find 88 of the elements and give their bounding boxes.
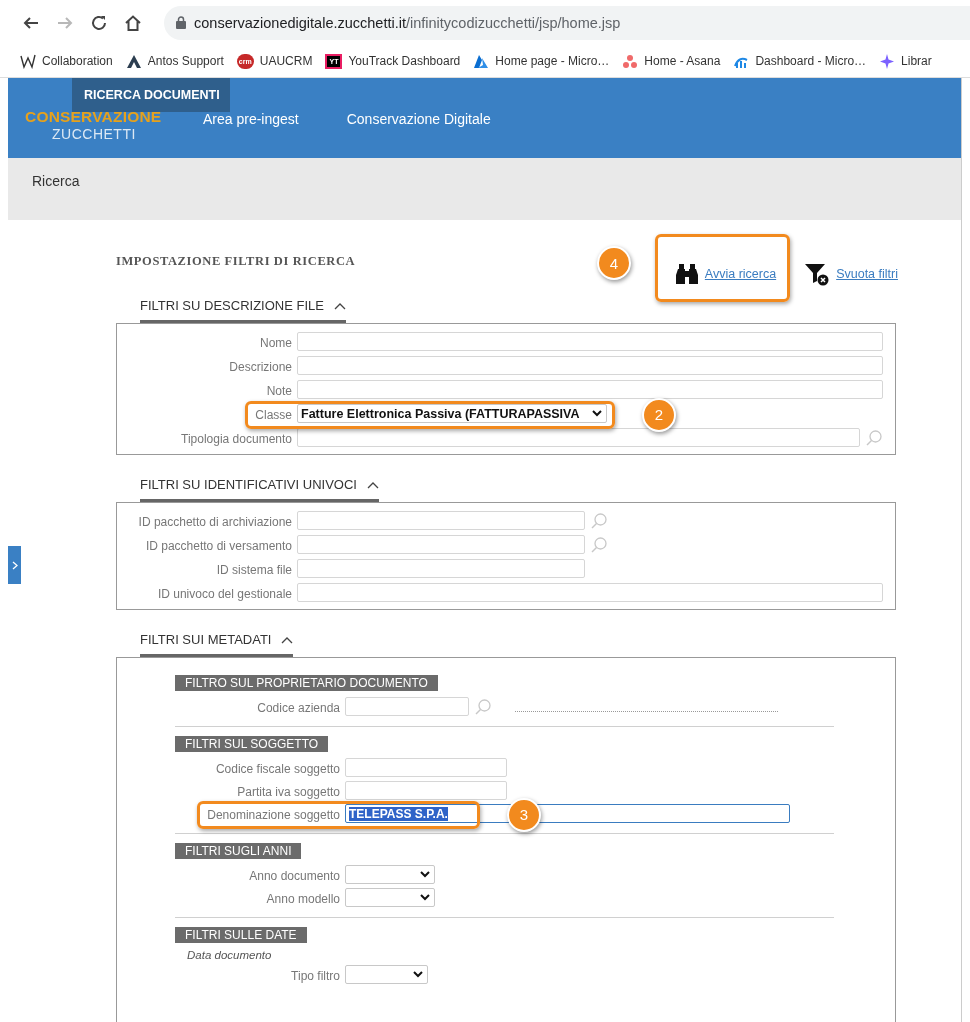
caret-icon xyxy=(592,410,602,417)
input-field[interactable] xyxy=(297,332,883,351)
input-field[interactable] xyxy=(297,356,883,375)
group-title: FILTRI SUL SOGGETTO xyxy=(175,736,329,752)
field-label: Partita iva soggetto xyxy=(237,784,340,799)
input-value: TELEPASS S.P.A. xyxy=(349,806,448,821)
search-icon[interactable] xyxy=(590,535,608,554)
address-bar[interactable]: conservazionedigitale.zucchetti.it/infinitycodizucchetti/jsp/home.jsp xyxy=(164,5,970,40)
field-label: ID pacchetto di versamento xyxy=(145,538,292,553)
step-badge: 3 xyxy=(507,797,541,832)
dots-icon xyxy=(622,53,639,69)
bookmark-label: Dashboard - Micro… xyxy=(755,54,867,68)
bookmark-label: YouTrack Dashboard xyxy=(348,54,461,68)
field-caption: Data documento xyxy=(187,949,273,961)
input-field[interactable] xyxy=(297,559,585,578)
input-field[interactable] xyxy=(297,583,883,602)
input-field[interactable] xyxy=(345,781,507,800)
zigzag-icon xyxy=(20,53,36,69)
field-label: Tipologia documento xyxy=(181,431,292,446)
section-tag[interactable]: RICERCA DOCUMENTI xyxy=(72,78,230,112)
action-link[interactable]: Svuota filtri xyxy=(836,267,898,281)
select-field[interactable] xyxy=(345,865,435,884)
bookmark-link[interactable]: Collaboration xyxy=(20,53,113,69)
input-field[interactable] xyxy=(297,535,585,554)
filters-title: IMPOSTAZIONE FILTRI DI RICERCA xyxy=(116,254,356,269)
url-path: /infinitycodizucchetti/jsp/home.jsp xyxy=(406,14,621,31)
action-link[interactable]: Avvia ricerca xyxy=(704,267,777,281)
field-label: ID univoco del gestionale xyxy=(157,586,292,601)
group-title: FILTRI SUGLI ANNI xyxy=(175,843,302,859)
logo-subtext: ZUCCHETTI xyxy=(52,126,137,142)
field-label: Descrizione xyxy=(229,359,292,374)
nav-link[interactable]: Area pre-ingest xyxy=(203,109,299,127)
star-icon xyxy=(879,53,896,69)
step-badge: 2 xyxy=(642,397,676,432)
field-label: Codice azienda xyxy=(257,700,340,715)
lock-icon xyxy=(176,16,186,29)
triangle-icon xyxy=(473,53,490,69)
binoculars-icon[interactable] xyxy=(674,263,699,285)
page-title: Ricerca xyxy=(32,173,80,189)
select-value: Fatture Elettronica Passiva (FATTURAPASSIVA xyxy=(301,406,580,421)
bookmark-label: Collaboration xyxy=(42,54,113,68)
section-header[interactable]: FILTRI SU IDENTIFICATIVI UNIVOCI xyxy=(140,477,379,502)
field-label: Tipo filtro xyxy=(291,968,340,983)
field-label: ID pacchetto di archiviazione xyxy=(138,514,292,529)
input-field[interactable] xyxy=(297,380,883,399)
bookmark-label: Home page - Micro… xyxy=(495,54,610,68)
field-label: ID sistema file xyxy=(216,562,292,577)
search-icon[interactable] xyxy=(474,697,492,716)
nav-link[interactable]: Conservazione Digitale xyxy=(346,109,491,127)
sidebar-toggle[interactable] xyxy=(8,546,21,584)
bookmark-link[interactable]: Librar xyxy=(879,53,932,69)
select-field[interactable]: Fatture Elettronica Passiva (FATTURAPASSIVA xyxy=(297,404,607,423)
search-icon[interactable] xyxy=(865,428,883,447)
field-label: Anno documento xyxy=(249,868,340,883)
caret-icon xyxy=(420,894,430,901)
bookmark-label: Librar xyxy=(901,54,932,68)
bookmark-link[interactable]: Antos Support xyxy=(125,53,224,69)
select-field[interactable] xyxy=(345,888,435,907)
bookmark-label: Home - Asana xyxy=(644,54,721,68)
triangle-icon xyxy=(125,53,142,69)
field-label: Note xyxy=(266,383,292,398)
group-title: FILTRI SULLE DATE xyxy=(175,927,307,943)
bookmark-link[interactable]: Home page - Micro… xyxy=(473,53,610,69)
section-header[interactable]: FILTRI SU DESCRIZIONE FILE xyxy=(140,298,346,323)
url-host: conservazionedigitale.zucchetti.it xyxy=(194,14,406,31)
field-label: Nome xyxy=(260,335,292,350)
chevron-up-icon xyxy=(366,480,379,489)
caret-icon xyxy=(420,871,430,878)
chevron-up-icon xyxy=(281,635,294,644)
chevron-right-icon xyxy=(11,560,18,570)
field-label: Codice fiscale soggetto xyxy=(215,761,340,776)
step-badge: 4 xyxy=(596,246,631,280)
bookmark-label: UAUCRM xyxy=(259,54,313,68)
group-title: FILTRO SUL PROPRIETARIO DOCUMENTO xyxy=(175,675,438,691)
select-field[interactable] xyxy=(345,965,428,984)
input-field[interactable] xyxy=(297,511,585,530)
funnel-icon[interactable] xyxy=(804,262,831,286)
chevron-up-icon xyxy=(333,301,346,310)
field-label: Anno modello xyxy=(266,891,340,906)
caret-icon xyxy=(413,971,423,978)
input-field[interactable] xyxy=(297,428,860,447)
bookmark-label: Antos Support xyxy=(147,54,224,68)
bookmark-link[interactable]: Dashboard - Micro… xyxy=(733,53,867,69)
input-field[interactable] xyxy=(345,697,469,716)
search-icon[interactable] xyxy=(590,511,608,530)
input-field[interactable] xyxy=(345,758,507,777)
section-header[interactable]: FILTRI SUI METADATI xyxy=(140,632,294,657)
bookmark-link[interactable]: Home - Asana xyxy=(622,53,721,69)
